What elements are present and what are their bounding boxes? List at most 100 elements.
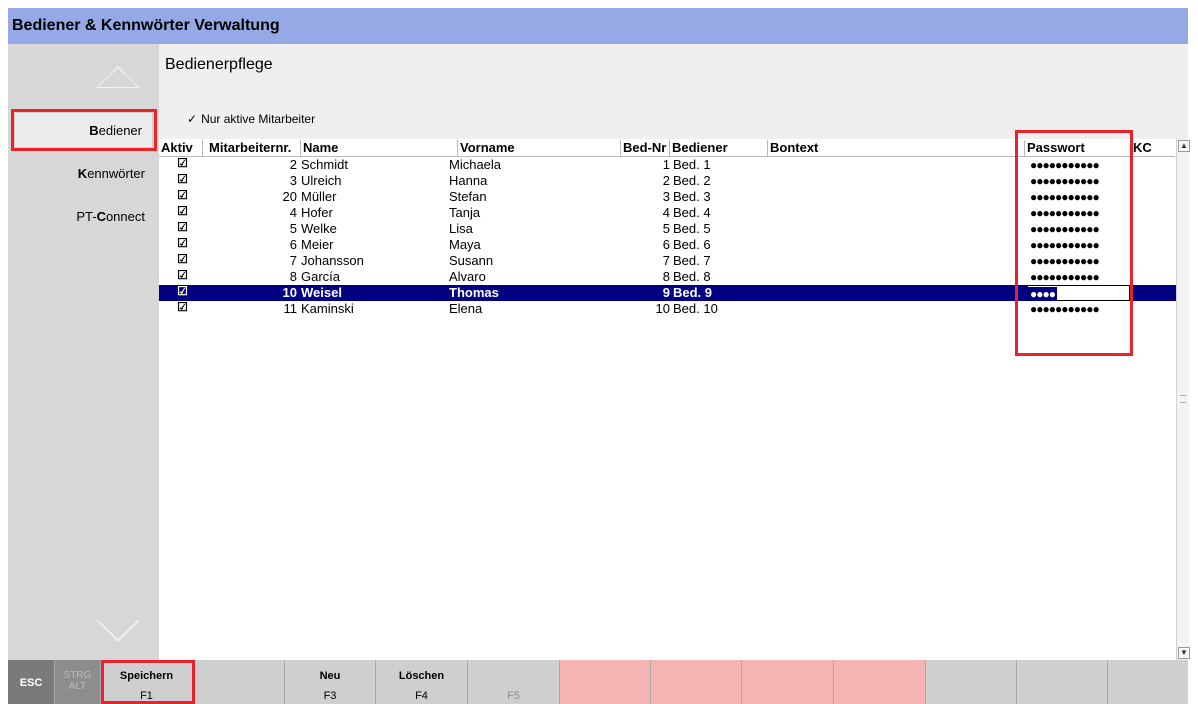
cell-name: Hofer: [301, 205, 333, 220]
col-name[interactable]: Name: [301, 140, 458, 156]
aktiv-checkbox[interactable]: ☑: [177, 269, 188, 281]
f9-button[interactable]: [834, 660, 926, 704]
cell-bediener: Bed. 8: [673, 269, 711, 284]
f7-button[interactable]: [651, 660, 742, 704]
vertical-scrollbar[interactable]: ▲ ▼: [1176, 139, 1190, 660]
new-label: Neu: [319, 670, 341, 682]
f12-button[interactable]: [1108, 660, 1188, 704]
cell-vorname: Michaela: [449, 157, 502, 172]
cell-name: Kaminski: [301, 301, 354, 316]
delete-label: Löschen: [398, 670, 445, 682]
cell-bednr: 4: [662, 205, 670, 220]
cell-vorname: Hanna: [449, 173, 488, 188]
sidebar-item-kennwoerter[interactable]: Kennwörter: [78, 166, 145, 181]
scrollbar-grip-icon[interactable]: [1180, 395, 1186, 403]
aktiv-checkbox[interactable]: ☑: [177, 237, 188, 249]
scroll-down-icon[interactable]: ▼: [1178, 647, 1190, 659]
main-header: Bedienerpflege ✓ Nur aktive Mitarbeiter: [159, 44, 1188, 139]
new-button[interactable]: Neu F3: [285, 660, 376, 704]
strg-alt-button[interactable]: STRG ALT: [55, 660, 101, 704]
page-title: Bedienerpflege: [165, 56, 273, 73]
filter-active-employees[interactable]: ✓ Nur aktive Mitarbeiter: [187, 112, 315, 126]
cell-bediener: Bed. 1: [673, 157, 711, 172]
cell-bediener: Bed. 3: [673, 189, 711, 204]
highlight-box-save: [101, 660, 195, 704]
cell-name: Meier: [301, 237, 334, 252]
cell-bednr: 8: [662, 269, 670, 284]
cell-bednr: 9: [662, 285, 670, 300]
col-aktiv[interactable]: Aktiv: [159, 140, 203, 156]
f6-button[interactable]: [560, 660, 651, 704]
cell-name: Müller: [301, 189, 337, 204]
f10-button[interactable]: [926, 660, 1017, 704]
scroll-up-arrow-icon[interactable]: [96, 66, 140, 88]
highlight-box-passwort: [1015, 130, 1133, 356]
delete-button[interactable]: Löschen F4: [376, 660, 468, 704]
esc-button[interactable]: ESC: [8, 660, 55, 704]
cell-bednr: 5: [662, 221, 670, 236]
cell-mitarbeiternr: 11: [283, 301, 298, 316]
aktiv-checkbox[interactable]: ☑: [177, 173, 188, 185]
sidebar-item-label: onnect: [105, 209, 145, 224]
highlight-box-bediener: [11, 109, 157, 151]
aktiv-checkbox[interactable]: ☑: [177, 205, 188, 217]
delete-key: F4: [415, 690, 428, 702]
cell-name: Johansson: [301, 253, 364, 268]
sidebar-item-prefix: PT-: [76, 209, 97, 224]
new-key: F3: [323, 690, 337, 702]
aktiv-checkbox[interactable]: ☑: [177, 285, 188, 297]
hotkey-letter: K: [77, 166, 88, 181]
col-kc[interactable]: KC: [1131, 140, 1175, 156]
f2-button[interactable]: [193, 660, 285, 704]
cell-bednr: 6: [662, 237, 670, 252]
aktiv-checkbox[interactable]: ☑: [177, 189, 188, 201]
cell-name: García: [301, 269, 341, 284]
sidebar-item-pt-connect[interactable]: PT-Connect: [76, 209, 145, 224]
cell-bednr: 3: [662, 189, 670, 204]
cell-bediener: Bed. 5: [673, 221, 711, 236]
cell-bediener: Bed. 6: [673, 237, 711, 252]
cell-mitarbeiternr: 5: [289, 221, 297, 236]
esc-label: ESC: [19, 677, 43, 689]
cell-bednr: 10: [655, 301, 670, 316]
cell-name: Welke: [301, 221, 337, 236]
col-vorname[interactable]: Vorname: [458, 140, 621, 156]
cell-bednr: 1: [662, 157, 670, 172]
aktiv-checkbox[interactable]: ☑: [177, 221, 188, 233]
strg-label: STRG: [63, 670, 92, 681]
col-bednr[interactable]: Bed-Nr: [621, 140, 670, 156]
cell-mitarbeiternr: 20: [282, 189, 297, 204]
sidebar-item-label: ennwörter: [87, 166, 145, 181]
aktiv-checkbox[interactable]: ☑: [177, 253, 188, 265]
cell-bediener: Bed. 2: [673, 173, 711, 188]
f11-button[interactable]: [1017, 660, 1108, 704]
f8-button[interactable]: [742, 660, 834, 704]
scroll-up-icon[interactable]: ▲: [1178, 140, 1190, 152]
cell-mitarbeiternr: 10: [282, 285, 297, 300]
cell-vorname: Stefan: [449, 189, 487, 204]
scroll-down-arrow-icon[interactable]: [96, 620, 140, 642]
cell-vorname: Elena: [449, 301, 483, 316]
cell-mitarbeiternr: 4: [289, 205, 297, 220]
title-bar: Bediener & Kennwörter Verwaltung: [8, 8, 1188, 44]
col-bediener[interactable]: Bediener: [670, 140, 768, 156]
cell-bediener: Bed. 10: [673, 301, 718, 316]
cell-vorname: Tanja: [449, 205, 481, 220]
window-title: Bediener & Kennwörter Verwaltung: [12, 17, 280, 34]
col-bontext[interactable]: Bontext: [768, 140, 1025, 156]
cell-name: Schmidt: [301, 157, 348, 172]
cell-bediener: Bed. 7: [673, 253, 711, 268]
cell-vorname: Lisa: [449, 221, 473, 236]
filter-label: Nur aktive Mitarbeiter: [201, 112, 316, 126]
alt-label: ALT: [68, 681, 87, 692]
aktiv-checkbox[interactable]: ☑: [177, 301, 188, 313]
cell-vorname: Thomas: [449, 285, 499, 300]
hotkey-letter: C: [96, 209, 106, 224]
cell-bednr: 7: [662, 253, 670, 268]
cell-mitarbeiternr: 6: [289, 237, 297, 252]
aktiv-checkbox[interactable]: ☑: [177, 157, 188, 169]
f5-button[interactable]: F5: [468, 660, 560, 704]
cell-vorname: Maya: [449, 237, 481, 252]
col-mitarbeiternr[interactable]: Mitarbeiternr.: [203, 140, 301, 156]
cell-bediener: Bed. 9: [673, 285, 713, 300]
